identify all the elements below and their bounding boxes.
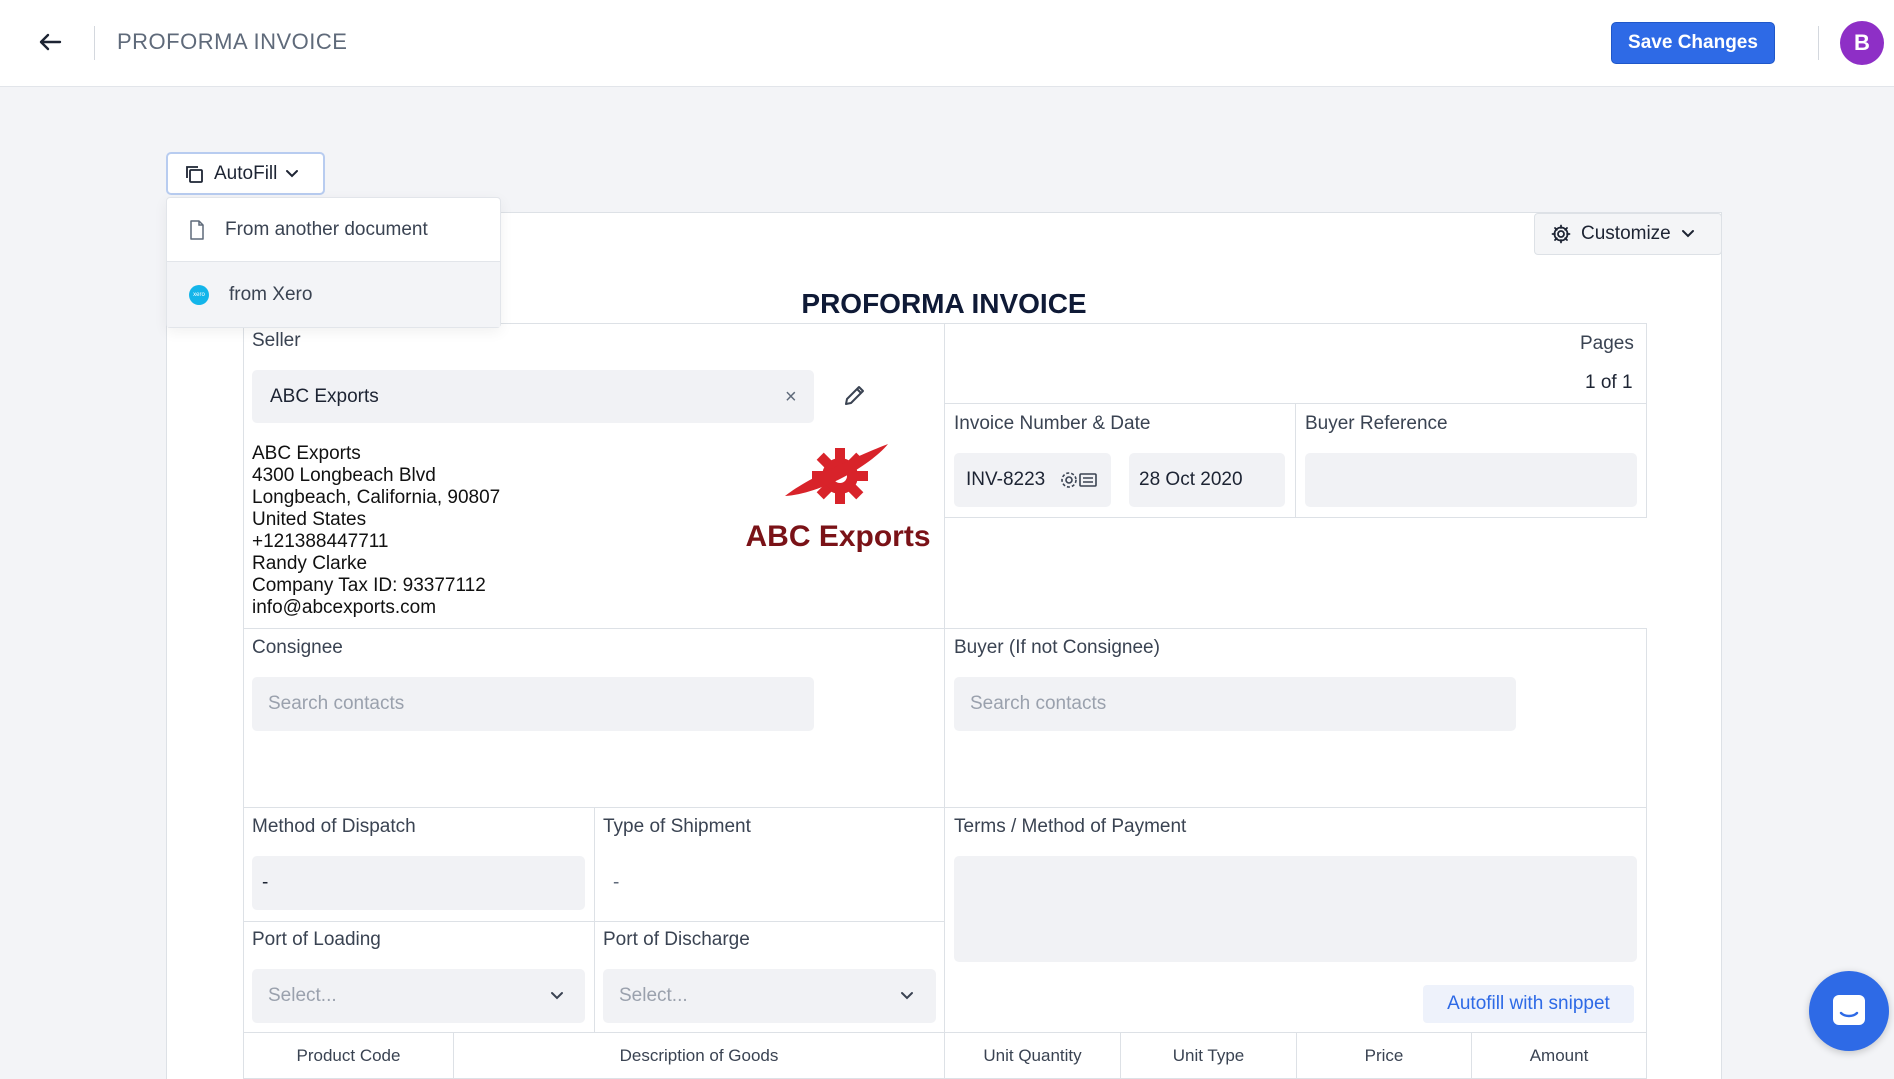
invoice-date-value: 28 Oct 2020 xyxy=(1139,469,1243,490)
buyer-reference-label: Buyer Reference xyxy=(1305,413,1448,434)
port-loading-select[interactable]: Select... xyxy=(252,969,585,1023)
pages-label: Pages xyxy=(1580,333,1634,354)
chat-launcher-button[interactable] xyxy=(1809,971,1889,1051)
shipment-select[interactable]: - xyxy=(603,856,936,910)
document-icon xyxy=(190,219,204,240)
chevron-down-icon xyxy=(286,169,299,177)
xero-icon: xero xyxy=(189,284,209,305)
customize-label: Customize xyxy=(1581,223,1671,244)
buyer-label: Buyer (If not Consignee) xyxy=(954,637,1160,658)
top-bar: PROFORMA INVOICE Save Changes B xyxy=(0,0,1894,87)
seller-label: Seller xyxy=(252,330,301,351)
company-logo: ABC Exports xyxy=(742,442,934,554)
seller-select[interactable]: ABC Exports xyxy=(252,370,814,423)
pages-value: 1 of 1 xyxy=(1585,372,1633,393)
pencil-icon xyxy=(845,386,864,405)
page-title: PROFORMA INVOICE xyxy=(117,29,348,54)
chevron-down-icon xyxy=(901,992,913,1000)
clear-seller-icon[interactable]: × xyxy=(785,386,797,409)
shipment-label: Type of Shipment xyxy=(603,816,751,837)
table-header-description: Description of Goods xyxy=(453,1032,945,1079)
buyer-search-input[interactable]: Search contacts xyxy=(954,677,1516,731)
invoice-date-field[interactable]: 28 Oct 2020 xyxy=(1129,453,1285,507)
seller-address-line: Company Tax ID: 93377112 xyxy=(252,575,486,596)
header-divider xyxy=(94,26,95,60)
terms-label: Terms / Method of Payment xyxy=(954,816,1187,837)
seller-address-line: Longbeach, California, 90807 xyxy=(252,487,501,508)
seller-address-line: 4300 Longbeach Blvd xyxy=(252,465,436,486)
edit-seller-button[interactable] xyxy=(842,382,870,410)
invoice-number-value: INV-8223 xyxy=(966,469,1046,490)
buyer-reference-input[interactable] xyxy=(1305,453,1637,507)
autofill-button[interactable]: AutoFill xyxy=(166,152,325,195)
autofill-from-document[interactable]: From another document xyxy=(167,198,500,261)
seller-address-line: Randy Clarke xyxy=(252,553,368,574)
gear-icon xyxy=(1551,224,1571,244)
table-header-price: Price xyxy=(1296,1032,1472,1079)
table-header-amount: Amount xyxy=(1471,1032,1647,1079)
consignee-label: Consignee xyxy=(252,637,343,658)
seller-address-line: +121388447711 xyxy=(252,531,389,552)
seller-address: ABC Exports 4300 Longbeach Blvd Longbeac… xyxy=(252,443,500,619)
port-loading-placeholder: Select... xyxy=(268,985,337,1006)
autofill-from-xero-label: from Xero xyxy=(229,283,313,305)
logo-text: ABC Exports xyxy=(745,520,930,553)
chevron-down-icon xyxy=(551,992,563,1000)
consignee-search-input[interactable]: Search contacts xyxy=(252,677,814,731)
autofill-from-xero[interactable]: xero from Xero xyxy=(167,261,500,327)
chat-icon xyxy=(1833,995,1865,1025)
customize-button[interactable]: Customize xyxy=(1534,213,1722,255)
invoice-number-field[interactable]: INV-8223 xyxy=(954,453,1111,507)
seller-address-line: ABC Exports xyxy=(252,443,361,464)
chevron-down-icon xyxy=(1681,230,1694,238)
dispatch-select[interactable]: - xyxy=(252,856,585,910)
port-loading-label: Port of Loading xyxy=(252,929,381,950)
copy-icon xyxy=(186,165,203,183)
save-changes-button[interactable]: Save Changes xyxy=(1611,22,1775,64)
table-header-unit-type: Unit Type xyxy=(1120,1032,1297,1079)
document-title: PROFORMA INVOICE xyxy=(801,288,1087,319)
autofill-from-document-label: From another document xyxy=(225,218,428,240)
autofill-label: AutoFill xyxy=(214,162,278,184)
pages-cell xyxy=(944,323,1647,404)
arrow-left-icon xyxy=(39,33,62,51)
header-divider-right xyxy=(1818,26,1819,60)
port-discharge-label: Port of Discharge xyxy=(603,929,750,950)
autofill-with-snippet-button[interactable]: Autofill with snippet xyxy=(1423,985,1634,1023)
table-header-product-code: Product Code xyxy=(243,1032,454,1079)
invoice-number-label: Invoice Number & Date xyxy=(954,413,1151,434)
invoice-settings-icon[interactable] xyxy=(1059,469,1099,491)
user-avatar[interactable]: B xyxy=(1840,21,1884,65)
table-header-unit-quantity: Unit Quantity xyxy=(944,1032,1121,1079)
back-button[interactable] xyxy=(36,28,64,56)
seller-address-line: United States xyxy=(252,509,367,530)
port-discharge-placeholder: Select... xyxy=(619,985,688,1006)
port-discharge-select[interactable]: Select... xyxy=(603,969,936,1023)
terms-textarea[interactable] xyxy=(954,856,1637,962)
seller-selected-value: ABC Exports xyxy=(270,385,379,407)
autofill-dropdown: From another document xero from Xero xyxy=(166,197,501,328)
dispatch-label: Method of Dispatch xyxy=(252,816,416,837)
seller-address-line: info@abcexports.com xyxy=(252,597,437,618)
